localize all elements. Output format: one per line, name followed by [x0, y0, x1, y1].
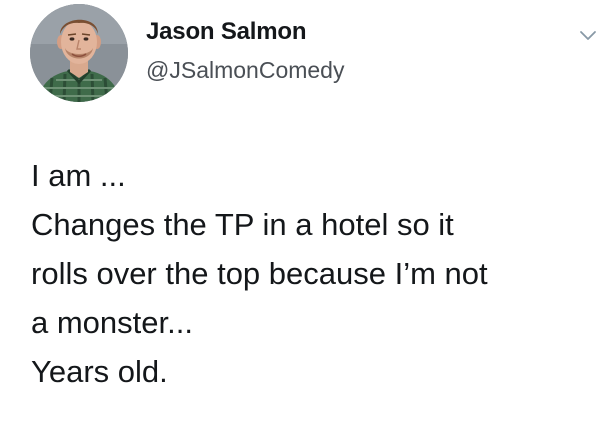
tweet-text-line: rolls over the top because I’m not [31, 256, 488, 291]
tweet-text: I am ... Changes the TP in a hotel so it… [31, 151, 591, 396]
tweet-text-line: I am ... [31, 158, 126, 193]
author-name[interactable]: Jason Salmon [146, 18, 307, 46]
tweet-text-line: Years old. [31, 354, 168, 389]
avatar[interactable] [30, 4, 128, 102]
profile-photo-icon [30, 4, 128, 102]
author-handle[interactable]: @JSalmonComedy [146, 57, 344, 84]
tweet-menu-button[interactable] [579, 28, 597, 42]
tweet-text-line: Changes the TP in a hotel so it [31, 207, 454, 242]
tweet-card: Jason Salmon @JSalmonComedy I am ... Cha… [0, 0, 600, 427]
tweet-text-line: a monster... [31, 305, 193, 340]
chevron-down-icon [580, 31, 596, 40]
